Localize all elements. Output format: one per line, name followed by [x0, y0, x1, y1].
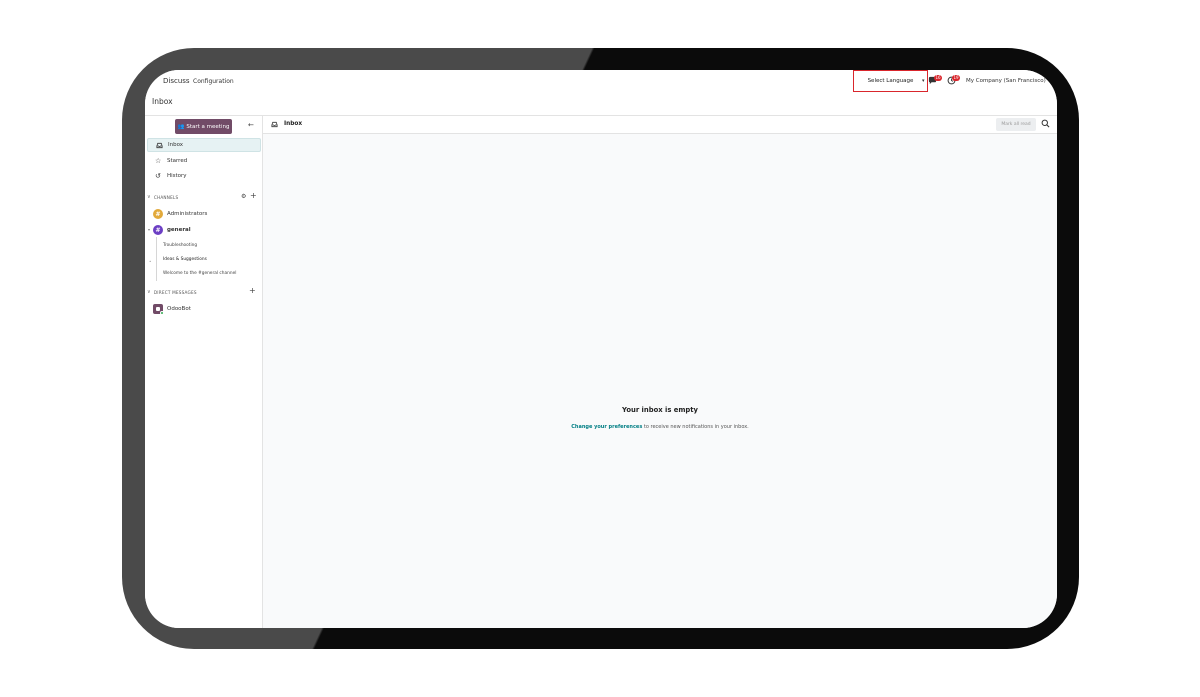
thread-item[interactable]: Welcome to the #general channel	[163, 271, 236, 276]
search-icon[interactable]	[1041, 119, 1050, 128]
users-icon: 👥	[177, 123, 185, 130]
mark-all-read-button[interactable]: Mark all read	[996, 118, 1036, 131]
top-navbar: Discuss Configuration Inbox Select Langu…	[145, 70, 1057, 114]
chevron-down-icon: ∨	[147, 289, 151, 295]
language-select[interactable]: Select Language	[853, 70, 928, 92]
thread-item[interactable]: Troubleshooting	[163, 243, 197, 248]
menu-configuration[interactable]: Configuration	[193, 78, 234, 85]
chevron-down-icon: ∨	[147, 194, 151, 200]
thread-divider	[156, 237, 157, 281]
app-screen: Discuss Configuration Inbox Select Langu…	[145, 70, 1057, 628]
gear-icon[interactable]: ⚙	[241, 194, 246, 200]
arrow-left-icon[interactable]: ←	[248, 122, 254, 129]
sidebar-item-label: Inbox	[168, 142, 184, 148]
inbox-icon	[156, 142, 163, 148]
sidebar-item-label: History	[167, 173, 187, 179]
change-preferences-link[interactable]: Change your preferences	[571, 424, 642, 430]
sidebar-item-general[interactable]: # general	[153, 225, 191, 235]
inbox-icon	[271, 121, 278, 128]
start-meeting-label: Start a meeting	[186, 123, 230, 130]
direct-messages-section-header[interactable]: ∨ DIRECT MESSAGES	[147, 289, 197, 295]
main-panel: Inbox Mark all read Your inbox is empty …	[263, 116, 1057, 628]
dot-icon: •	[149, 259, 152, 264]
channel-label: general	[167, 227, 191, 233]
caret-down-icon[interactable]: ▾	[148, 227, 150, 232]
sidebar-item-history[interactable]: ↺ History	[147, 169, 261, 183]
channel-avatar: #	[153, 209, 163, 219]
sidebar: 👥 Start a meeting ← Inbox ☆ Starred ↺ Hi…	[145, 116, 263, 628]
main-header: Inbox Mark all read	[263, 116, 1057, 134]
online-status-icon	[160, 311, 164, 315]
chat-badge: 16	[934, 75, 943, 81]
dm-label: OdooBot	[167, 306, 191, 312]
company-switcher[interactable]: My Company (San Francisco)	[966, 78, 1046, 84]
sidebar-item-administrators[interactable]: # Administrators	[153, 209, 207, 219]
empty-state-text: to receive new notifications in your inb…	[642, 424, 749, 430]
app-menu-discuss[interactable]: Discuss	[163, 77, 190, 85]
main-title: Inbox	[284, 121, 303, 127]
dm-header-label: DIRECT MESSAGES	[153, 289, 197, 295]
sidebar-item-starred[interactable]: ☆ Starred	[147, 154, 261, 168]
chevron-down-icon: ▾	[922, 78, 925, 84]
sidebar-item-inbox[interactable]: Inbox	[147, 138, 261, 152]
empty-state-message: Change your preferences to receive new n…	[263, 424, 1057, 430]
start-meeting-button[interactable]: 👥 Start a meeting	[175, 119, 232, 134]
channel-avatar: #	[153, 225, 163, 235]
sidebar-item-odoobot[interactable]: OdooBot	[153, 304, 191, 315]
language-select-label: Select Language	[867, 78, 914, 84]
channels-header-label: CHANNELS	[153, 194, 179, 200]
history-icon: ↺	[155, 171, 161, 180]
channel-label: Administrators	[167, 211, 208, 217]
thread-item[interactable]: Ideas & Suggestions	[163, 257, 207, 262]
page-title: Inbox	[152, 97, 173, 106]
star-icon: ☆	[155, 156, 162, 165]
add-direct-message-icon[interactable]: +	[249, 287, 256, 295]
mark-all-read-label: Mark all read	[1001, 122, 1031, 127]
empty-state-title: Your inbox is empty	[622, 406, 698, 414]
add-channel-icon[interactable]: +	[250, 192, 257, 200]
channels-section-header[interactable]: ∨ CHANNELS	[147, 194, 178, 200]
sidebar-item-label: Starred	[167, 158, 188, 164]
avatar	[153, 304, 164, 315]
activity-badge: 19	[952, 75, 961, 81]
